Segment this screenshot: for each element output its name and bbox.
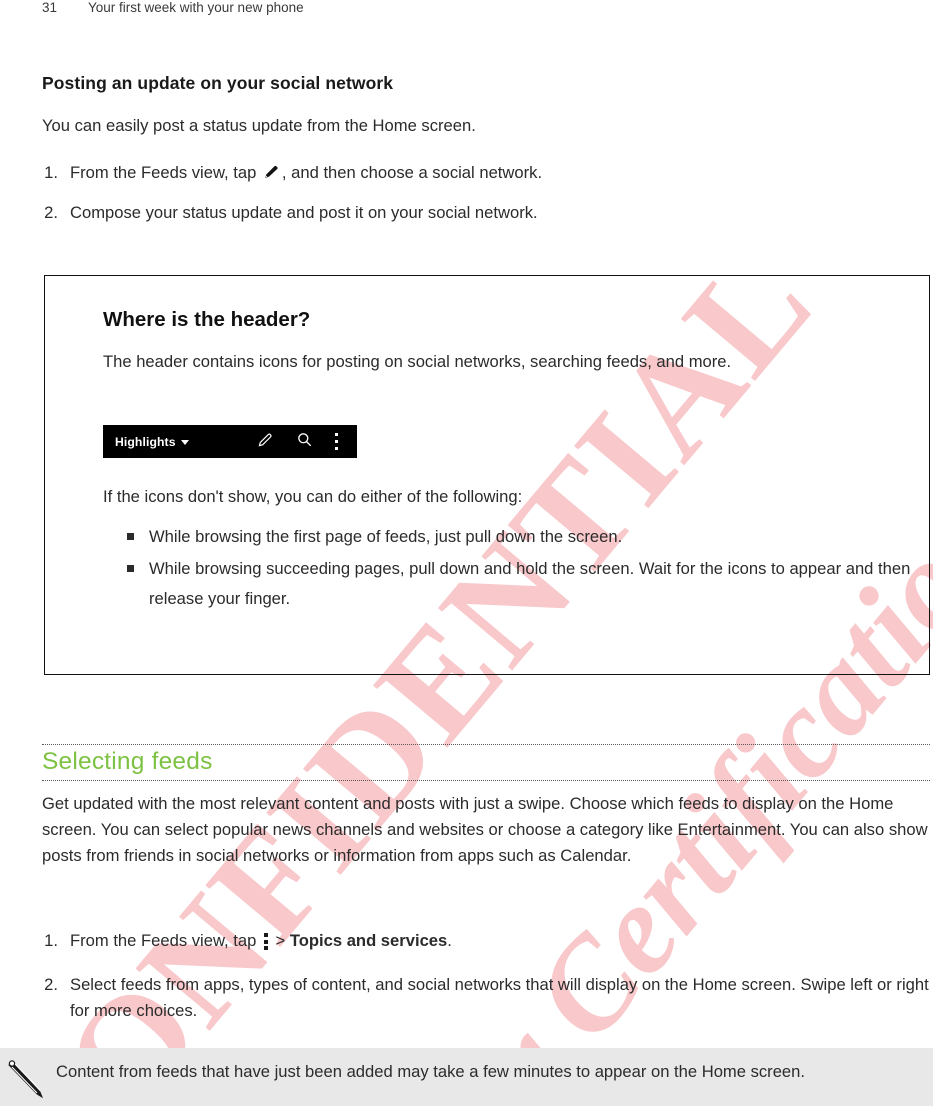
list-item: 1. From the Feeds view, tap > Topics and… [42, 928, 930, 954]
list-item-body: Compose your status update and post it o… [70, 203, 538, 222]
running-header: 31 Your first week with your new phone [0, 0, 933, 22]
selecting-steps-list: 1. From the Feeds view, tap > Topics and… [42, 928, 930, 1024]
list-item-text: While browsing succeeding pages, pull do… [149, 559, 911, 608]
list-marker: 1. [44, 931, 58, 950]
callout-title: Where is the header? [103, 308, 311, 331]
overflow-menu-icon [263, 933, 269, 950]
step-text-separator: > [270, 931, 290, 950]
app-header-title: Highlights [115, 434, 176, 449]
app-header-title-wrap: Highlights [115, 435, 189, 449]
callout-box: Where is the header? The header contains… [44, 275, 930, 675]
overflow-menu-icon [335, 432, 339, 451]
running-header-title: Your first week with your new phone [88, 0, 304, 15]
note-text: Content from feeds that have just been a… [56, 1062, 806, 1081]
list-marker: 1. [44, 163, 58, 182]
callout-bullet-list: While browsing the first page of feeds, … [127, 522, 927, 614]
list-item: 2. Select feeds from apps, types of cont… [42, 972, 930, 1024]
list-item-body: From the Feeds view, tap , and then choo… [70, 160, 930, 186]
section-selecting-heading: Selecting feeds [42, 748, 213, 775]
section-selecting-paragraph-wrap: Get updated with the most relevant conte… [42, 791, 930, 869]
chevron-down-icon [180, 440, 189, 445]
list-item: While browsing succeeding pages, pull do… [127, 554, 927, 614]
section-posting-intro: You can easily post a status update from… [42, 116, 476, 135]
app-header-bar-screenshot: Highlights [103, 425, 357, 458]
posting-steps-list: 1. From the Feeds view, tap , and then c… [42, 160, 930, 226]
pencil-icon [257, 431, 274, 453]
list-marker: 2. [44, 975, 58, 994]
step-bold-target: Topics and services [289, 931, 448, 950]
pencil-note-icon [6, 1056, 52, 1102]
callout-content: Where is the header? The header contains… [103, 308, 915, 375]
square-bullet-icon [127, 554, 149, 614]
step-text-lead: From the Feeds view, tap [70, 163, 261, 182]
divider-top [42, 744, 930, 745]
list-item-body: Select feeds from apps, types of content… [70, 975, 929, 1020]
list-item: While browsing the first page of feeds, … [127, 522, 927, 552]
callout-paragraph: The header contains icons for posting on… [103, 352, 732, 371]
note-band: Content from feeds that have just been a… [0, 1048, 933, 1106]
callout-bullets-wrap: While browsing the first page of feeds, … [127, 522, 927, 616]
section-selecting-steps-wrap: 1. From the Feeds view, tap > Topics and… [42, 928, 930, 1038]
section-posting-heading: Posting an update on your social network [42, 73, 394, 93]
section-posting-heading-wrap: Posting an update on your social network [42, 73, 930, 94]
callout-leadin-wrap: If the icons don't show, you can do eith… [103, 483, 915, 510]
document-page: 31 Your first week with your new phone P… [0, 0, 933, 1106]
page-number: 31 [42, 0, 58, 15]
list-item: 1. From the Feeds view, tap , and then c… [42, 160, 930, 186]
divider-bottom [42, 780, 930, 781]
section-selecting-paragraph: Get updated with the most relevant conte… [42, 794, 928, 865]
list-item: 2. Compose your status update and post i… [42, 200, 930, 226]
section-posting-intro-wrap: You can easily post a status update from… [42, 113, 930, 139]
step-text-tail: , and then choose a social network. [281, 163, 543, 182]
step-text-tail: . [447, 931, 452, 950]
search-icon [296, 431, 313, 453]
list-item-body: From the Feeds view, tap > Topics and se… [70, 928, 930, 954]
step-text-lead: From the Feeds view, tap [70, 931, 261, 950]
section-posting-steps-wrap: 1. From the Feeds view, tap , and then c… [42, 160, 930, 240]
app-header-icons [257, 431, 345, 453]
square-bullet-icon [127, 522, 149, 552]
pencil-icon [263, 162, 280, 179]
callout-lead-in: If the icons don't show, you can do eith… [103, 487, 523, 506]
list-marker: 2. [44, 203, 58, 222]
list-item-text: While browsing the first page of feeds, … [149, 527, 623, 546]
